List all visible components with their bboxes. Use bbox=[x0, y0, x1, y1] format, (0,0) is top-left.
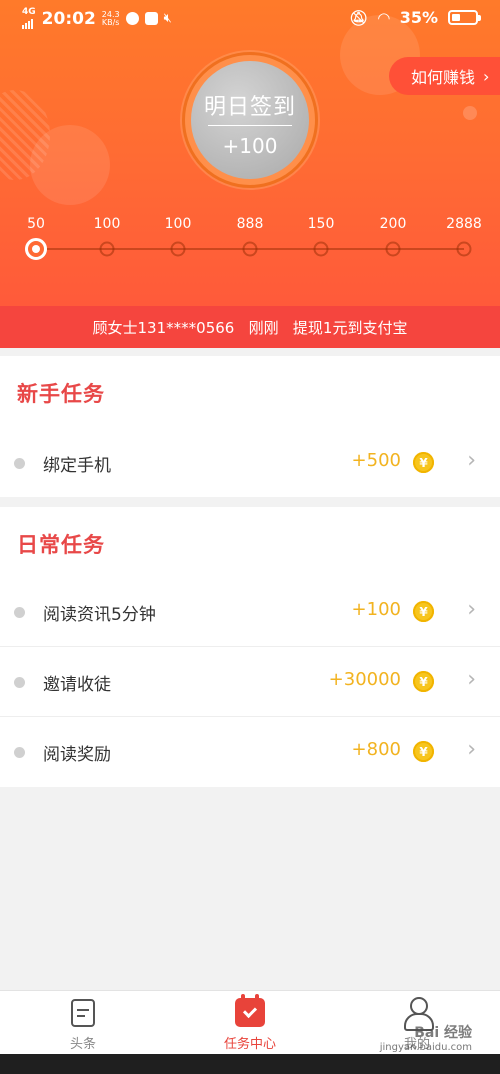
chevron-right-icon: › bbox=[467, 597, 476, 622]
tab-headlines[interactable]: 头条 bbox=[0, 991, 166, 1055]
milestone-dot bbox=[385, 241, 401, 257]
task-header: 4G 20:02 24.3 KB/s 🔇︎ 🔕︎ ◠ 35% 明日签到 +100… bbox=[0, 0, 500, 306]
task-name: 邀请收徒 bbox=[43, 675, 111, 695]
milestone-dot-current bbox=[25, 238, 47, 260]
milestone-dot bbox=[99, 241, 115, 257]
watermark: Bai 经验 jingyan.baidu.com bbox=[380, 1022, 472, 1053]
ticker-text: 顾女士131****0566 刚刚 提现1元到支付宝 bbox=[92, 318, 408, 337]
section-title: 日常任务 bbox=[17, 533, 105, 557]
task-status-dot bbox=[14, 747, 25, 758]
coin-icon: ¥ bbox=[413, 452, 434, 473]
newbie-tasks-section: 新手任务 绑定手机 +500 ¥ › bbox=[0, 356, 500, 497]
app-notification-icon bbox=[125, 12, 139, 25]
milestone-label: 50 bbox=[27, 216, 45, 232]
message-notification-icon bbox=[144, 12, 158, 25]
chevron-right-icon: › bbox=[467, 737, 476, 762]
section-title: 新手任务 bbox=[17, 382, 105, 406]
decor-circle bbox=[30, 125, 110, 205]
checkin-title: 明日签到 bbox=[203, 95, 296, 120]
decor-dot bbox=[463, 106, 477, 120]
document-icon bbox=[71, 999, 95, 1027]
task-row[interactable]: 阅读奖励 +800 ¥ › bbox=[0, 717, 500, 787]
chevron-right-icon: › bbox=[467, 448, 476, 473]
task-name: 阅读资讯5分钟 bbox=[43, 605, 156, 625]
milestone-label: 200 bbox=[379, 216, 407, 232]
watermark-brand: Bai 经验 bbox=[414, 1025, 472, 1041]
milestone-labels: 50 100 100 888 150 200 2888 bbox=[0, 216, 500, 236]
task-row[interactable]: 邀请收徒 +30000 ¥ › bbox=[0, 647, 500, 717]
watermark-url: jingyan.baidu.com bbox=[379, 1042, 472, 1053]
task-status-dot bbox=[14, 607, 25, 618]
task-reward: +30000 bbox=[328, 669, 401, 690]
task-reward: +800 bbox=[351, 739, 401, 760]
tab-label: 头条 bbox=[69, 1037, 96, 1052]
milestone-label: 888 bbox=[236, 216, 264, 232]
tab-label: 任务中心 bbox=[223, 1037, 276, 1052]
status-bar: 4G 20:02 24.3 KB/s 🔇︎ 🔕︎ ◠ 35% bbox=[0, 0, 500, 38]
chevron-right-icon: › bbox=[467, 667, 476, 692]
milestone-label: 100 bbox=[164, 216, 192, 232]
coin-icon: ¥ bbox=[413, 671, 434, 692]
task-status-dot bbox=[14, 458, 25, 469]
bell-off-icon: 🔕︎ bbox=[349, 8, 369, 27]
milestone-dot bbox=[456, 241, 472, 257]
calendar-check-icon bbox=[235, 994, 265, 1027]
milestone-label: 100 bbox=[93, 216, 121, 232]
system-nav-bar bbox=[0, 1054, 500, 1074]
signal-icon: 4G bbox=[22, 8, 36, 29]
how-to-earn-label: 如何赚钱 bbox=[411, 68, 476, 87]
network-type: 4G bbox=[22, 7, 36, 17]
task-row[interactable]: 阅读资讯5分钟 +100 ¥ › bbox=[0, 577, 500, 647]
wifi-icon: ◠ bbox=[378, 8, 390, 27]
task-reward: +100 bbox=[351, 599, 401, 620]
battery-icon bbox=[448, 10, 481, 25]
milestone-dot bbox=[242, 241, 258, 257]
mute-icon: 🔇︎ bbox=[163, 11, 172, 26]
task-status-dot bbox=[14, 677, 25, 688]
daily-tasks-section: 日常任务 阅读资讯5分钟 +100 ¥ › 邀请收徒 +30000 ¥ › 阅读… bbox=[0, 507, 500, 787]
battery-percent: 35% bbox=[399, 8, 438, 27]
task-name: 阅读奖励 bbox=[43, 745, 111, 765]
task-reward: +500 bbox=[351, 450, 401, 471]
task-row[interactable]: 绑定手机 +500 ¥ › bbox=[0, 428, 500, 498]
chevron-right-icon: › bbox=[483, 66, 490, 86]
milestone-dot bbox=[313, 241, 329, 257]
net-speed-unit: KB/s bbox=[101, 17, 120, 27]
checkin-divider bbox=[208, 125, 292, 126]
checkin-points: +100 bbox=[222, 134, 278, 158]
milestone-label: 2888 bbox=[446, 216, 482, 232]
task-name: 绑定手机 bbox=[43, 456, 111, 476]
tab-task-center[interactable]: 任务中心 bbox=[167, 991, 333, 1055]
coin-icon: ¥ bbox=[413, 741, 434, 762]
milestone-dot bbox=[170, 241, 186, 257]
withdraw-ticker: 顾女士131****0566 刚刚 提现1元到支付宝 bbox=[0, 306, 500, 348]
net-speed: 24.3 KB/s bbox=[101, 10, 120, 27]
milestone-label: 150 bbox=[307, 216, 335, 232]
how-to-earn-button[interactable]: 如何赚钱 › bbox=[389, 57, 500, 95]
clock: 20:02 bbox=[41, 8, 96, 29]
checkin-button[interactable]: 明日签到 +100 bbox=[182, 52, 318, 188]
coin-icon: ¥ bbox=[413, 601, 434, 622]
